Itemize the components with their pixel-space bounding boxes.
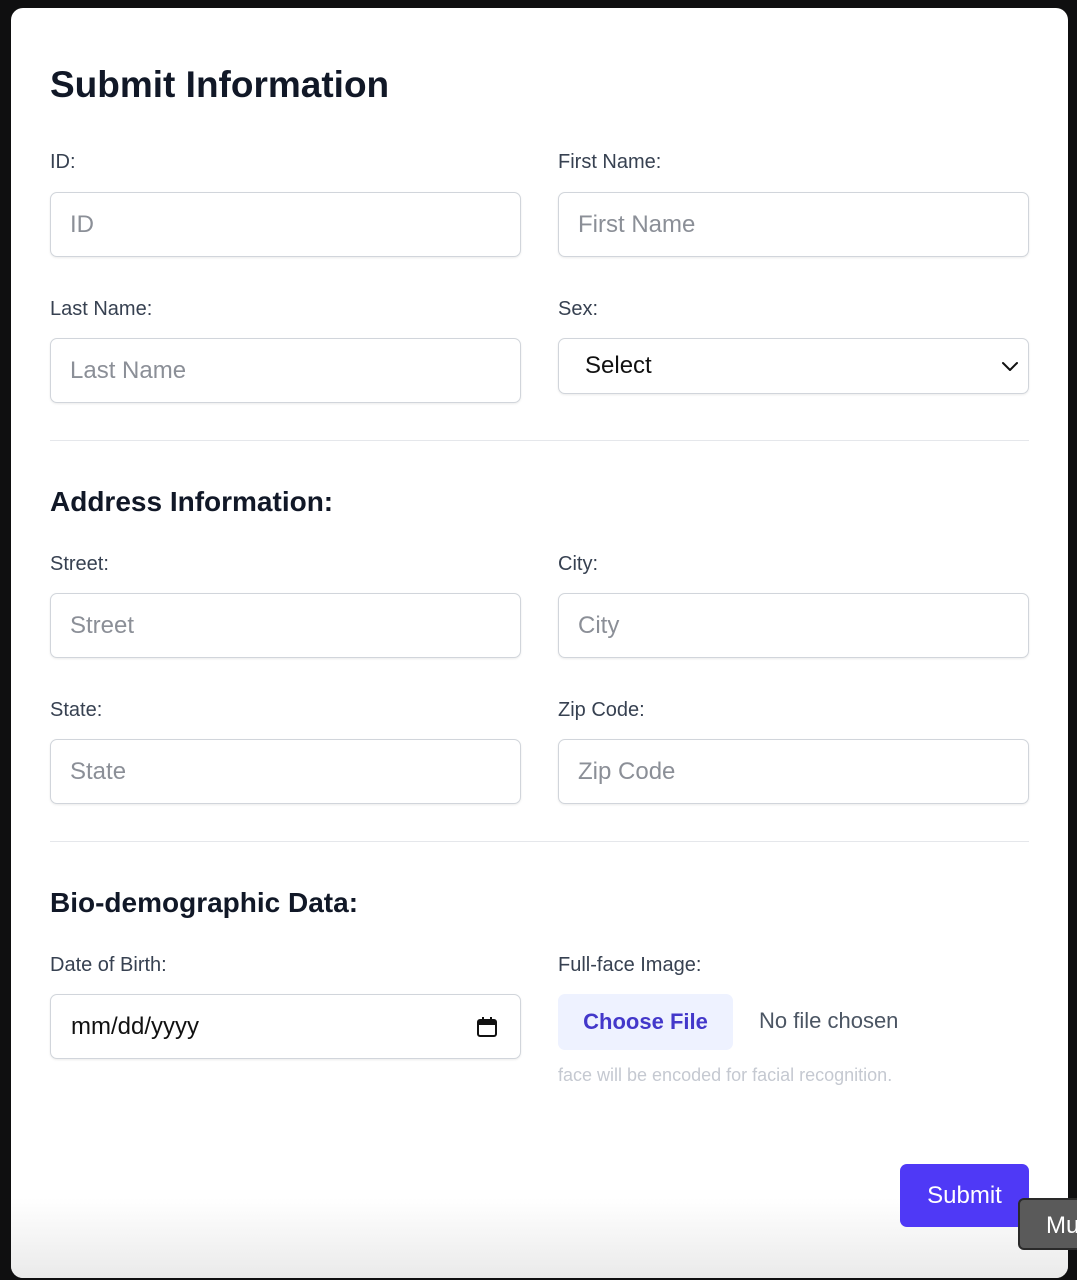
id-label: ID: <box>50 151 76 173</box>
chevron-down-icon <box>1002 362 1018 371</box>
calendar-icon[interactable] <box>476 1016 498 1038</box>
street-input[interactable] <box>50 593 521 658</box>
overlay-tooltip: Mu <box>1018 1198 1077 1250</box>
id-input[interactable] <box>50 192 521 257</box>
sex-label: Sex: <box>558 298 599 320</box>
first-name-label: First Name: <box>558 151 662 173</box>
address-section-title: Address Information: <box>50 486 334 517</box>
section-divider <box>50 440 1029 441</box>
dob-value: mm/dd/yyyy <box>71 1012 200 1040</box>
city-label: City: <box>558 553 598 575</box>
dob-input[interactable]: mm/dd/yyyy <box>50 994 521 1059</box>
bio-section-title: Bio-demographic Data: <box>50 887 359 918</box>
zip-input[interactable] <box>558 739 1029 804</box>
last-name-input[interactable] <box>50 338 521 403</box>
first-name-input[interactable] <box>558 192 1029 257</box>
page-title: Submit Information <box>50 64 390 105</box>
zip-label: Zip Code: <box>558 699 645 721</box>
choose-file-button[interactable]: Choose File <box>558 994 733 1050</box>
submit-button[interactable]: Submit <box>900 1164 1029 1227</box>
city-input[interactable] <box>558 593 1029 658</box>
section-divider <box>50 841 1029 842</box>
state-label: State: <box>50 699 103 721</box>
street-label: Street: <box>50 553 109 575</box>
dob-label: Date of Birth: <box>50 954 167 976</box>
state-input[interactable] <box>50 739 521 804</box>
file-status: No file chosen <box>759 1008 899 1033</box>
last-name-label: Last Name: <box>50 298 153 320</box>
sex-select-value: Select <box>585 352 652 379</box>
sex-select[interactable]: Select <box>558 338 1029 394</box>
image-hint: face will be encoded for facial recognit… <box>558 1065 893 1085</box>
form-card: Submit Information ID: First Name: Last … <box>11 8 1068 1278</box>
image-label: Full-face Image: <box>558 954 702 976</box>
